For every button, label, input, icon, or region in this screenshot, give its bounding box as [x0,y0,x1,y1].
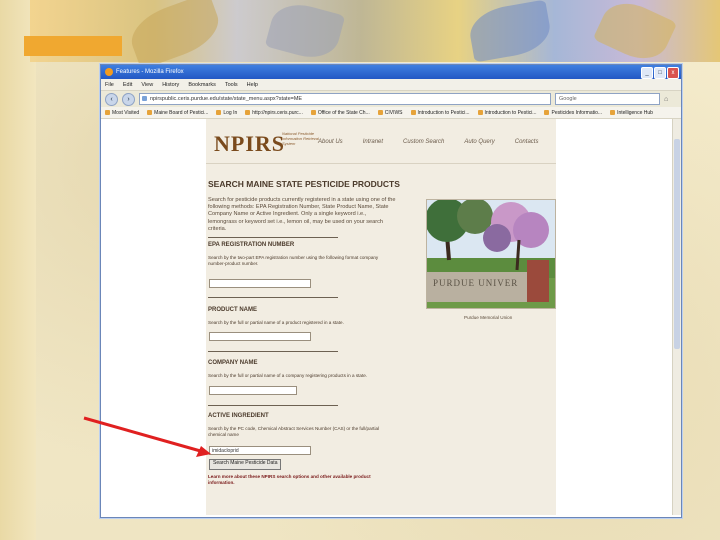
product-description: Search by the full or partial name of a … [208,320,344,325]
nav-about-us[interactable]: About Us [318,139,343,145]
bookmark-icon [610,110,616,115]
bookmark-icon [310,110,316,115]
campus-photo-graphic [427,200,555,308]
firefox-icon [105,68,113,76]
bookmark-item[interactable]: Log In [216,110,242,116]
home-icon[interactable]: ⌂ [664,96,668,103]
vertical-scrollbar[interactable] [672,119,681,515]
bookmark-item[interactable]: Pesticides Informatio... [544,110,607,116]
menu-bar: File Edit View History Bookmarks Tools H… [101,79,681,90]
bookmark-item[interactable]: Intelligence Hub [610,110,658,116]
bookmark-item[interactable]: Most Visited [105,110,144,116]
search-input[interactable]: Google [555,93,660,105]
company-name-input[interactable] [209,386,297,395]
active-ingredient-input[interactable] [209,446,311,455]
section-divider [208,351,338,352]
bookmark-item[interactable]: Office of the State Ch... [310,110,375,116]
nav-custom-search[interactable]: Custom Search [403,139,444,145]
company-heading: COMPANY NAME [208,360,258,366]
bookmark-icon [377,110,383,115]
bookmark-item[interactable]: Maine Board of Pestici... [147,110,213,116]
photo-sign-text: PURDUE UNIVER [433,278,519,288]
window-title: Features - Mozilla Firefox [116,69,184,75]
nav-divider [206,163,556,164]
campus-photo: PURDUE UNIVER [426,199,556,309]
page-viewport: NPIRS National Pesticide Information Ret… [101,119,673,515]
scrollbar-thumb[interactable] [674,139,680,349]
photo-caption: Purdue Memorial Union [464,315,513,320]
slide-accent-bar [24,36,122,56]
bookmark-item[interactable]: CIVIWS [377,110,408,116]
product-heading: PRODUCT NAME [208,307,257,313]
section-divider [208,405,338,406]
bookmark-icon [477,110,483,115]
bookmark-icon [245,110,251,115]
site-nav: About Us Intranet Custom Search Auto Que… [318,139,538,145]
menu-bookmarks[interactable]: Bookmarks [188,82,216,88]
bookmark-icon [544,110,550,115]
npirs-logo[interactable]: NPIRS [214,131,285,157]
search-submit-button[interactable]: Search Maine Pesticide Data [209,459,282,470]
section-divider [208,297,338,298]
nav-auto-query[interactable]: Auto Query [464,139,494,145]
menu-help[interactable]: Help [247,82,258,88]
active-ingredient-heading: ACTIVE INGREDIENT [208,413,269,419]
section-divider [208,237,338,238]
forward-button[interactable]: › [122,92,135,106]
bookmark-icon [216,110,222,115]
menu-tools[interactable]: Tools [225,82,238,88]
intro-text: Search for pesticide products currently … [208,197,396,232]
npirs-page: NPIRS National Pesticide Information Ret… [206,119,556,515]
nav-intranet[interactable]: Intranet [363,139,383,145]
close-button[interactable]: x [667,67,679,79]
active-ingredient-description: Search by the PC code, Chemical Abstract… [208,426,380,437]
company-description: Search by the full or partial name of a … [208,373,368,378]
slide-left-band [0,0,36,540]
epa-description: Search by the two-part EPA registration … [208,255,379,266]
epa-registration-input[interactable] [209,279,311,288]
menu-history[interactable]: History [162,82,179,88]
window-controls: _ □ x [641,67,679,79]
nav-contacts[interactable]: Contacts [515,139,539,145]
bookmarks-toolbar: Most Visited Maine Board of Pestici... L… [101,107,681,119]
bookmark-item[interactable]: Introduction to Pestici... [477,110,542,116]
menu-file[interactable]: File [105,82,114,88]
maximize-button[interactable]: □ [654,67,666,79]
browser-window: Features - Mozilla Firefox _ □ x File Ed… [100,64,682,518]
product-name-input[interactable] [209,332,311,341]
learn-more-link[interactable]: Learn more about these NPIRS search opti… [208,474,398,486]
back-button[interactable]: ‹ [105,92,118,106]
bookmark-icon [105,110,110,115]
menu-edit[interactable]: Edit [123,82,132,88]
page-title: SEARCH MAINE STATE PESTICIDE PRODUCTS [208,179,400,189]
menu-view[interactable]: View [141,82,153,88]
address-bar[interactable]: npirspublic.ceris.purdue.edu/state/state… [139,93,551,105]
bookmark-item[interactable]: http://npirs.ceris.purc... [245,110,308,116]
epa-heading: EPA REGISTRATION NUMBER [208,242,295,248]
browser-titlebar: Features - Mozilla Firefox _ □ x [101,65,681,79]
bookmark-item[interactable]: Introduction to Pestici... [410,110,475,116]
bookmark-icon [410,110,416,115]
minimize-button[interactable]: _ [641,67,653,79]
navigation-toolbar: ‹ › npirspublic.ceris.purdue.edu/state/s… [101,90,681,107]
bookmark-icon [147,110,153,115]
